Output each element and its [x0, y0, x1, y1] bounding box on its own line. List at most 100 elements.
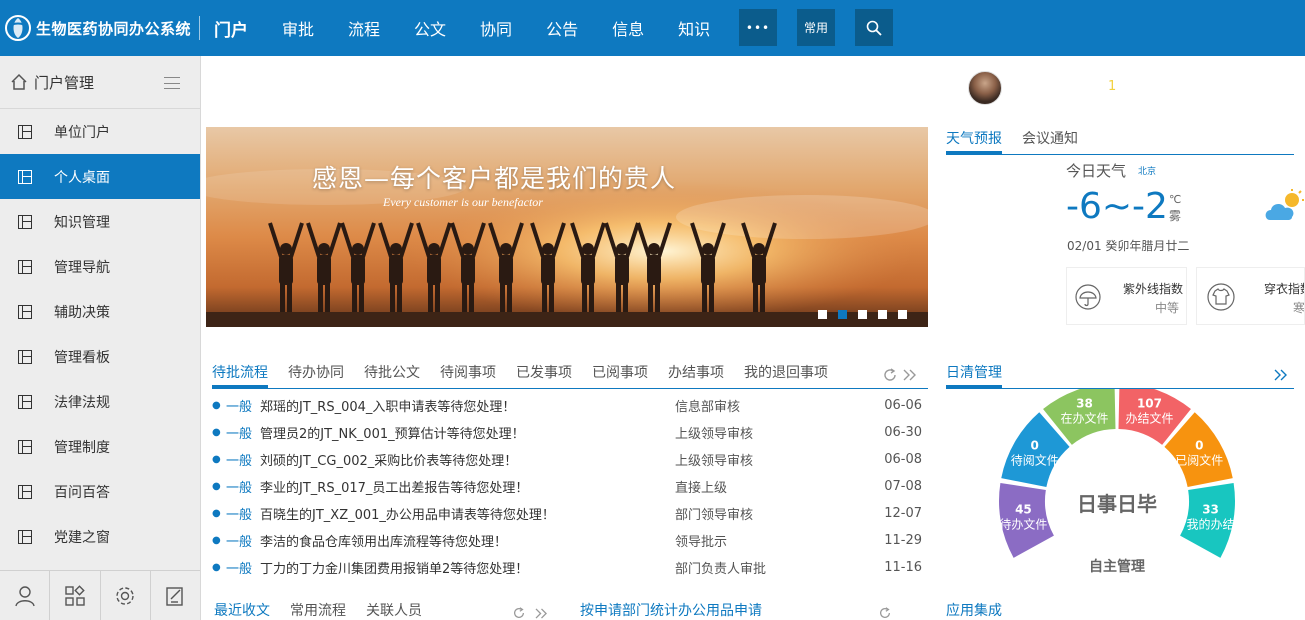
nav-item[interactable]: 信息: [612, 16, 644, 40]
bullet-icon: ●: [212, 481, 221, 492]
bottom-tab[interactable]: 最近收文: [214, 600, 270, 620]
todo-title[interactable]: 丁力的丁力金川集团费用报销单2等待您处理！: [260, 558, 528, 577]
nav-item[interactable]: 门户: [214, 16, 248, 41]
todo-title[interactable]: 刘硕的JT_CG_002_采购比价表等待您处理！: [260, 450, 517, 469]
todo-row[interactable]: ● 一般 刘硕的JT_CG_002_采购比价表等待您处理！ 上级领导审核 06-08: [212, 446, 928, 473]
carousel-dot[interactable]: [858, 310, 867, 319]
todo-tab[interactable]: 已发事项: [516, 362, 572, 388]
layout-icon: [18, 394, 32, 409]
nav-item[interactable]: 流程: [348, 16, 380, 40]
layout-icon: [18, 349, 32, 364]
daily-donut-chart: 45待办文件0待阅文件38在办文件107办结文件0已阅文件33我的办结日事日毕自…: [999, 383, 1235, 575]
app-logo[interactable]: 生物医药协同办公系统: [4, 12, 191, 44]
carousel-dots: [818, 310, 918, 319]
search-icon: [866, 20, 882, 36]
todo-tab[interactable]: 待批流程: [212, 362, 268, 388]
more-arrows-icon[interactable]: [903, 369, 917, 381]
sidebar-item[interactable]: 百问百答: [0, 469, 200, 514]
todo-title[interactable]: 百晓生的JT_XZ_001_办公用品申请表等待您处理！: [260, 504, 555, 523]
todo-level: 一般: [226, 508, 253, 523]
uv-value: 中等: [1155, 301, 1180, 315]
banner-carousel[interactable]: 感恩—每个客户都是我们的贵人 Every customer is our ben…: [206, 127, 928, 327]
sidebar-footer: [0, 570, 200, 620]
todo-row[interactable]: ● 一般 百晓生的JT_XZ_001_办公用品申请表等待您处理！ 部门领导审核 12-0…: [212, 500, 928, 527]
sidebar-item[interactable]: 知识管理: [0, 199, 200, 244]
segment-label: 办结文件: [1125, 411, 1173, 426]
todo-tab[interactable]: 待阅事项: [440, 362, 496, 388]
apps-button[interactable]: [50, 571, 101, 620]
sidebar-menu: 单位门户 个人桌面知识管理管理导航辅助决策 管理看板 法律法规 管理制度百问百答党建之窗: [0, 109, 200, 559]
tab-daily[interactable]: 日清管理: [946, 362, 1002, 388]
carousel-dot[interactable]: [898, 310, 907, 319]
nav-item[interactable]: 知识: [678, 16, 710, 40]
segment-count: 38: [1076, 397, 1093, 411]
weather-tab[interactable]: 天气预报: [946, 128, 1002, 154]
sidebar-item[interactable]: 辅助决策: [0, 289, 200, 334]
nav-item[interactable]: 协同: [480, 16, 512, 40]
todo-title[interactable]: 管理员2的JT_NK_001_预算估计等待您处理！: [260, 423, 525, 442]
todo-tab[interactable]: 已阅事项: [592, 362, 648, 388]
segment-label: 已阅文件: [1175, 453, 1223, 468]
sidebar-item[interactable]: 管理看板: [0, 334, 200, 379]
stats-refresh-icon[interactable]: [878, 606, 892, 620]
bottom-more-icon[interactable]: [535, 608, 548, 619]
todo-title[interactable]: 郑瑶的JT_RS_004_入职申请表等待您处理！: [260, 396, 515, 415]
todo-tabs: 待批流程 待办协同 待批公文 待阅事项 已发事项 已阅事项 办结事项 我的退回事项: [212, 362, 928, 389]
nav-item[interactable]: 公告: [546, 16, 578, 40]
todo-title[interactable]: 李业的JT_RS_017_员工出差报告等待您处理！: [260, 477, 528, 496]
todo-row[interactable]: ● 一般 丁力的丁力金川集团费用报销单2等待您处理！ 部门负责人审批 11-16: [212, 554, 928, 581]
nav-item[interactable]: 审批: [282, 16, 314, 40]
todo-row[interactable]: ● 一般 郑瑶的JT_RS_004_入职申请表等待您处理！ 信息部审核 06-06: [212, 392, 928, 419]
notification-badge[interactable]: 1: [1108, 79, 1116, 94]
todo-tab[interactable]: 我的退回事项: [744, 362, 828, 388]
avatar[interactable]: [968, 71, 1002, 105]
menu-toggle-icon[interactable]: [164, 77, 180, 89]
refresh-icon[interactable]: [882, 367, 898, 383]
segment-count: 45: [1015, 502, 1032, 516]
sidebar-item[interactable]: 党建之窗: [0, 514, 200, 559]
carousel-dot[interactable]: [878, 310, 887, 319]
carousel-dot[interactable]: [818, 310, 827, 319]
sidebar-item-label: 管理导航: [54, 259, 110, 276]
layout-icon: [18, 214, 32, 229]
todo-tab[interactable]: 办结事项: [668, 362, 724, 388]
bullet-icon: ●: [212, 427, 221, 438]
sidebar-item[interactable]: 单位门户: [0, 109, 200, 154]
segment-label: 在办文件: [1061, 411, 1109, 426]
user-button[interactable]: [0, 571, 51, 620]
nav-item[interactable]: 公文: [414, 16, 446, 40]
todo-row[interactable]: ● 一般 李业的JT_RS_017_员工出差报告等待您处理！ 直接上级 07-08: [212, 473, 928, 500]
banner-subtitle: Every customer is our benefactor: [383, 195, 543, 209]
todo-tab[interactable]: 待办协同: [288, 362, 344, 388]
weather-tab[interactable]: 会议通知: [1022, 128, 1078, 154]
home-icon: [11, 73, 27, 90]
search-button[interactable]: [855, 9, 893, 46]
todo-tab[interactable]: 待批公文: [364, 362, 420, 388]
bullet-icon: ●: [212, 508, 221, 519]
bottom-refresh-icon[interactable]: [512, 606, 526, 620]
sidebar-item[interactable]: 法律法规: [0, 379, 200, 424]
common-button[interactable]: 常用: [797, 9, 835, 46]
more-button[interactable]: •••: [739, 9, 777, 46]
sidebar-item[interactable]: 管理制度: [0, 424, 200, 469]
app-integration-title[interactable]: 应用集成: [946, 600, 1002, 620]
donut-center-subtitle: 自主管理: [1089, 558, 1145, 575]
stats-title[interactable]: 按申请部门统计办公用品申请: [580, 600, 762, 620]
bottom-tab[interactable]: 关联人员: [366, 600, 422, 620]
todo-row[interactable]: ● 一般 李洁的食品仓库领用出库流程等待您处理！ 领导批示 11-29: [212, 527, 928, 554]
layout-icon: [18, 169, 32, 184]
sidebar-item[interactable]: 管理导航: [0, 244, 200, 289]
sidebar-item[interactable]: 个人桌面: [0, 154, 200, 199]
weather-city[interactable]: 北京: [1138, 164, 1156, 177]
edit-button[interactable]: [151, 571, 200, 620]
todo-title[interactable]: 李洁的食品仓库领用出库流程等待您处理！: [260, 531, 507, 550]
todo-row[interactable]: ● 一般 管理员2的JT_NK_001_预算估计等待您处理！ 上级领导审核 06-30: [212, 419, 928, 446]
weather-temperature: -6~-2: [1066, 186, 1168, 227]
bottom-tab[interactable]: 常用流程: [290, 600, 346, 620]
segment-count: 33: [1202, 502, 1219, 516]
sidebar-item-label: 百问百答: [54, 484, 110, 501]
carousel-dot[interactable]: [838, 310, 847, 319]
settings-button[interactable]: [101, 571, 151, 620]
sidebar-item-label: 知识管理: [54, 214, 110, 231]
daily-more-icon[interactable]: [1274, 369, 1288, 381]
